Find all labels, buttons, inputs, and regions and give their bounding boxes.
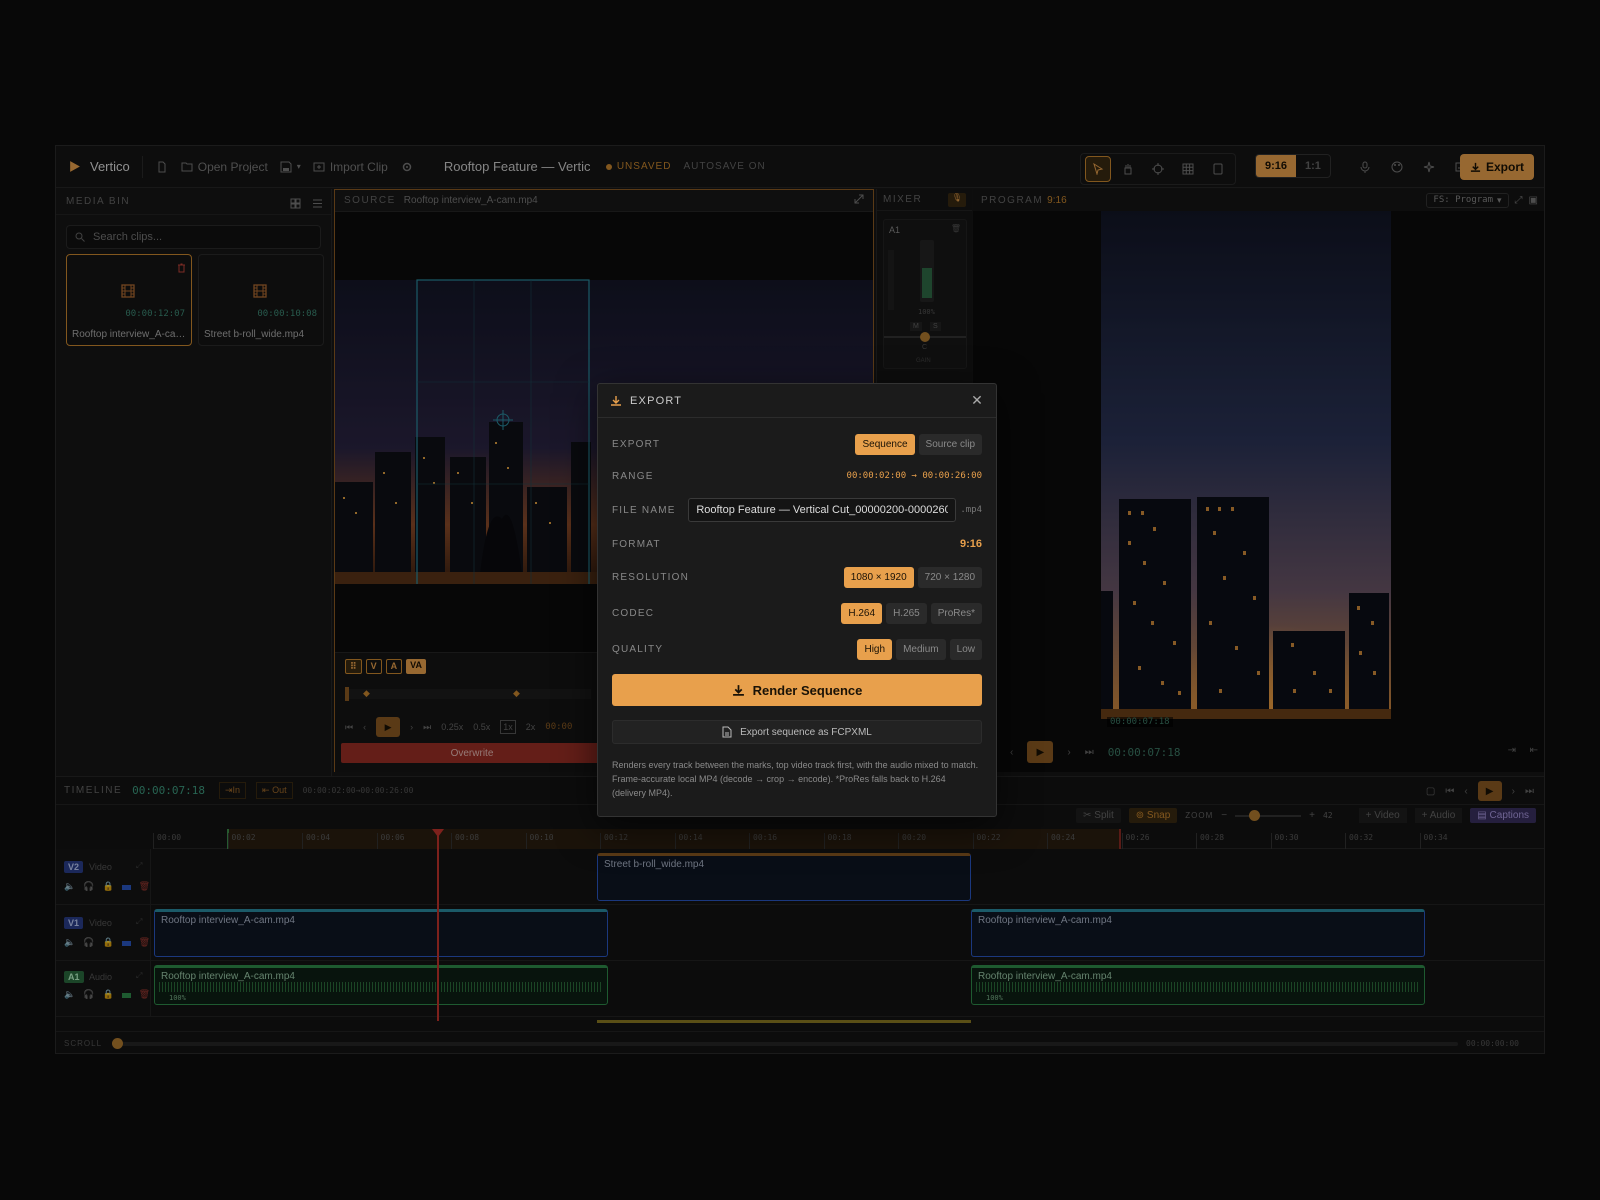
- sequence-option[interactable]: Sequence: [855, 433, 915, 455]
- file-name-input[interactable]: [688, 498, 957, 522]
- format-label: FORMAT: [612, 538, 661, 550]
- resolution-label: RESOLUTION: [612, 571, 690, 583]
- quality-low-option[interactable]: Low: [949, 638, 982, 660]
- range-label: RANGE: [612, 470, 654, 482]
- render-sequence-button[interactable]: Render Sequence: [612, 674, 982, 706]
- download-icon: [732, 684, 744, 696]
- format-value: 9:16: [959, 538, 982, 550]
- codec-prores-option[interactable]: ProRes*: [930, 602, 982, 624]
- export-dialog: EXPORT ✕ EXPORT Sequence Source clip RAN…: [597, 383, 997, 817]
- quality-label: QUALITY: [612, 643, 664, 655]
- codec-h264-option[interactable]: H.264: [841, 602, 883, 624]
- dialog-title: EXPORT: [630, 394, 683, 407]
- codec-h265-option[interactable]: H.265: [886, 602, 927, 624]
- quality-medium-option[interactable]: Medium: [896, 638, 946, 660]
- resolution-720-option[interactable]: 720 × 1280: [917, 566, 982, 588]
- quality-high-option[interactable]: High: [857, 638, 893, 660]
- source-clip-option[interactable]: Source clip: [918, 433, 982, 455]
- export-label: EXPORT: [612, 438, 661, 450]
- download-icon: [611, 395, 621, 406]
- file-extension: .mp4: [960, 505, 982, 515]
- range-value: 00:00:02:00 → 00:00:26:00: [846, 471, 982, 481]
- export-fcpxml-button[interactable]: Export sequence as FCPXML: [612, 720, 982, 744]
- close-icon[interactable]: ✕: [971, 392, 984, 409]
- document-icon: [722, 726, 732, 738]
- file-name-label: FILE NAME: [612, 504, 676, 516]
- codec-label: CODEC: [612, 607, 655, 619]
- resolution-1080-option[interactable]: 1080 × 1920: [843, 566, 914, 588]
- export-note: Renders every track between the marks, t…: [612, 760, 979, 798]
